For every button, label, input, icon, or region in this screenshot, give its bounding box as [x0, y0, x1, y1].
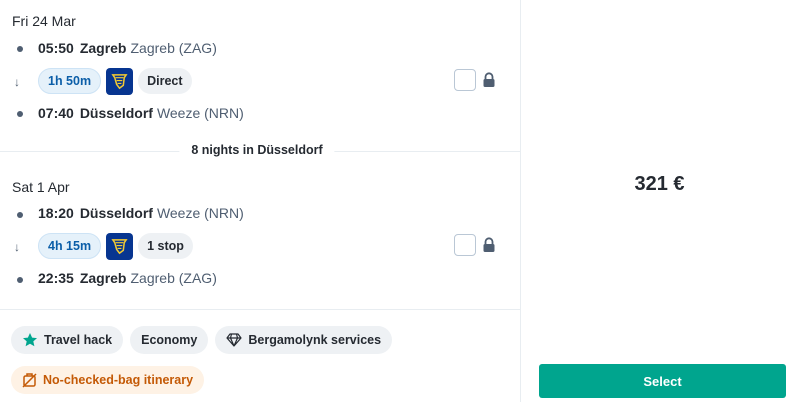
outbound-date: Fri 24 Mar: [12, 13, 76, 29]
departure-time: 18:20: [38, 205, 74, 221]
economy-tag[interactable]: Economy: [130, 326, 209, 354]
departure-dot: [17, 212, 23, 218]
arrow-down-icon: ↓: [14, 240, 20, 254]
travel-hack-tag[interactable]: Travel hack: [11, 326, 124, 354]
outbound-arrival: 07:40 Düsseldorf Weeze (NRN): [38, 105, 244, 121]
ryanair-harp-icon: [111, 239, 128, 255]
price-panel: 321 € Select: [521, 0, 798, 402]
compare-checkbox[interactable]: [454, 69, 476, 91]
ryanair-harp-icon: [111, 74, 128, 90]
no-checked-bag-tag[interactable]: No-checked-bag itinerary: [11, 366, 205, 394]
no-checked-bag-label: No-checked-bag itinerary: [43, 373, 194, 387]
departure-station: Zagreb (ZAG): [130, 40, 217, 56]
arrival-time: 22:35: [38, 270, 74, 286]
travel-hack-label: Travel hack: [44, 333, 113, 347]
arrival-time: 07:40: [38, 105, 74, 121]
inbound-departure: 18:20 Düsseldorf Weeze (NRN): [38, 205, 244, 221]
carrier-logo-icon: [106, 233, 134, 260]
arrow-down-icon: ↓: [14, 75, 20, 89]
itinerary-panel: Fri 24 Mar 05:50 Zagreb Zagreb (ZAG) ↓ 1h …: [0, 0, 521, 402]
duration-badge: 1h 50m: [38, 68, 102, 94]
duration-badge: 4h 15m: [38, 233, 102, 259]
arrival-dot: [17, 111, 23, 117]
departure-city: Zagreb: [79, 40, 127, 56]
arrival-city: Düsseldorf: [79, 105, 153, 121]
arrival-station: Weeze (NRN): [156, 105, 244, 121]
lock-icon[interactable]: [482, 237, 496, 253]
inbound-arrival: 22:35 Zagreb Zagreb (ZAG): [38, 270, 217, 286]
price-amount: 321 €: [634, 173, 685, 195]
inbound-date: Sat 1 Apr: [12, 179, 70, 195]
stay-duration-label: 8 nights in Düsseldorf: [179, 143, 335, 157]
outbound-departure: 05:50 Zagreb Zagreb (ZAG): [38, 40, 217, 56]
stops-badge: Direct: [138, 68, 192, 94]
arrival-city: Zagreb: [79, 270, 127, 286]
compare-checkbox[interactable]: [454, 234, 476, 256]
lock-icon[interactable]: [482, 72, 496, 88]
departure-city: Düsseldorf: [79, 205, 153, 221]
stops-badge: 1 stop: [138, 233, 193, 259]
star-icon: [22, 332, 38, 348]
departure-station: Weeze (NRN): [156, 205, 244, 221]
carrier-logo-icon: [106, 68, 134, 95]
tags-divider: [0, 309, 520, 310]
services-label: Bergamolynk services: [248, 333, 382, 347]
services-tag[interactable]: Bergamolynk services: [215, 326, 393, 354]
departure-dot: [17, 46, 23, 52]
select-button[interactable]: Select: [539, 364, 786, 398]
diamond-icon: [226, 333, 242, 347]
no-bag-icon: [22, 372, 37, 388]
arrival-dot: [17, 277, 23, 283]
arrival-station: Zagreb (ZAG): [130, 270, 217, 286]
departure-time: 05:50: [38, 40, 74, 56]
